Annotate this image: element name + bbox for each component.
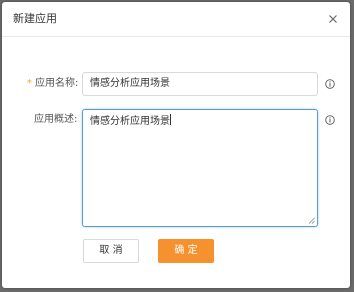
app-description-textarea[interactable]: 情感分析应用场景 [82,109,318,227]
dialog-header: 新建应用 [2,2,350,37]
app-name-label-text: 应用名称: [35,78,79,89]
app-description-text: 情感分析应用场景 [90,116,170,127]
cancel-button[interactable]: 取 消 [83,239,139,263]
close-icon[interactable] [327,13,339,25]
required-mark: * [27,78,32,89]
dialog-title: 新建应用 [13,12,57,25]
app-name-input[interactable]: 情感分析应用场景 [82,72,318,96]
info-icon[interactable] [325,115,335,125]
app-name-label: * 应用名称: [27,77,78,91]
new-app-dialog: 新建应用 * 应用名称: 情感分析应用场景 应用概述: 情感分析应用场景 取 消 … [2,2,350,288]
confirm-button[interactable]: 确 定 [158,239,214,263]
info-icon[interactable] [325,79,335,89]
text-caret [170,114,171,125]
resize-handle-icon[interactable] [308,217,315,224]
app-description-label: 应用概述: [34,114,78,125]
